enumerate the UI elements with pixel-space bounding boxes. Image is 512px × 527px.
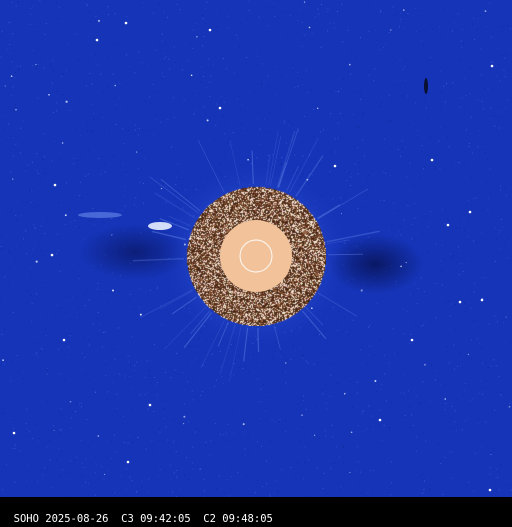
caption-text: SOHO 2025-08-26 C3 09:42:05 C2 09:48:05	[14, 513, 273, 525]
sun-overlay	[0, 0, 512, 497]
caption-bar: SOHO 2025-08-26 C3 09:42:05 C2 09:48:05	[0, 497, 512, 512]
sun-disk	[220, 220, 292, 292]
coronagraph-image	[0, 0, 512, 497]
